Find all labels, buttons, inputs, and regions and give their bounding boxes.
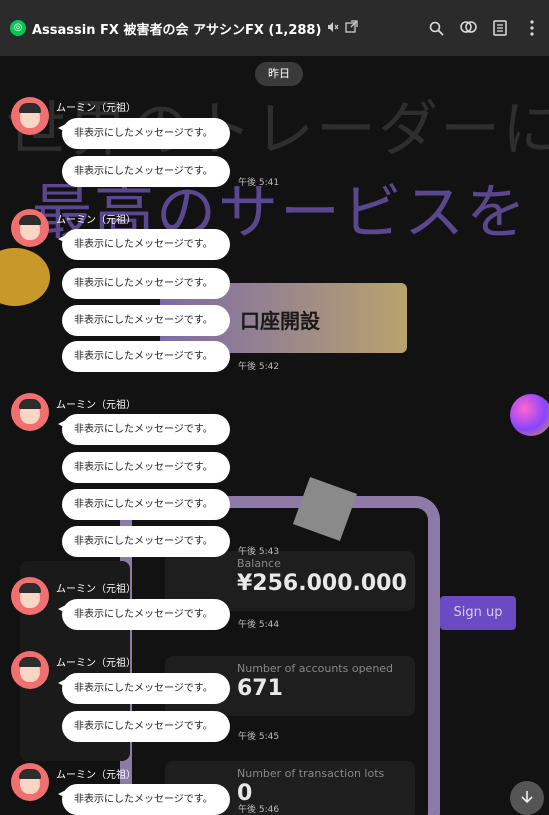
external-window-icon[interactable] [345,20,359,36]
chat-icon[interactable] [459,19,477,37]
avatar[interactable] [11,209,49,247]
search-icon[interactable] [427,19,445,37]
arrow-down-icon [520,789,534,808]
hidden-message-bubble[interactable]: 非表示にしたメッセージです。 [58,673,230,704]
avatar[interactable] [11,97,49,135]
bg-coin-shape [0,248,50,306]
more-icon[interactable] [523,19,541,37]
app-logo-icon: ◎ [10,20,26,36]
hidden-message-bubble[interactable]: 非表示にしたメッセージです。 [58,784,230,815]
hidden-message-bubble[interactable]: 非表示にしたメッセージです。 [62,711,230,742]
hidden-message-bubble[interactable]: 非表示にしたメッセージです。 [58,118,230,149]
sender-name: ムーミン（元祖） [56,400,136,411]
bg-balance-value: ¥256.000.000 [237,571,407,596]
bg-balance-label: Balance [237,557,281,570]
message-timestamp: 午後 5:41 [238,178,280,188]
hidden-message-bubble[interactable]: 非表示にしたメッセージです。 [62,305,230,336]
hidden-message-bubble[interactable]: 非表示にしたメッセージです。 [62,268,230,299]
notes-icon[interactable] [491,19,509,37]
bg-accounts-value: 671 [237,676,283,701]
message-timestamp: 午後 5:45 [238,732,280,742]
sender-name: ムーミン（元祖） [56,584,136,595]
chat-titlebar: ◎ Assassin FX 被害者の会 アサシンFX (1,288) [0,0,549,56]
header-actions [427,0,541,56]
chat-title[interactable]: Assassin FX 被害者の会 アサシンFX (1,288) [32,19,321,38]
hidden-message-bubble[interactable]: 非表示にしたメッセージです。 [58,414,230,445]
message-timestamp: 午後 5:43 [238,547,280,557]
mute-icon [327,21,339,36]
sender-name: ムーミン（元祖） [56,103,136,114]
hidden-message-bubble[interactable]: 非表示にしたメッセージです。 [58,599,230,630]
bg-signup-button: Sign up [440,596,516,630]
message-timestamp: 午後 5:46 [238,805,280,815]
avatar[interactable] [11,763,49,801]
hidden-message-bubble[interactable]: 非表示にしたメッセージです。 [62,489,230,520]
avatar[interactable] [11,651,49,689]
hidden-message-bubble[interactable]: 非表示にしたメッセージです。 [62,452,230,483]
bg-open-account-label: 口座開設 [240,309,320,333]
avatar[interactable] [11,577,49,615]
hidden-message-bubble[interactable]: 非表示にしたメッセージです。 [62,341,230,372]
message-timestamp: 午後 5:42 [238,362,280,372]
avatar[interactable] [11,393,49,431]
sender-name: ムーミン（元祖） [56,215,136,226]
bg-sphere [510,394,549,436]
message-timestamp: 午後 5:44 [238,620,280,630]
scroll-to-bottom-button[interactable] [510,781,544,815]
bg-lots-label: Number of transaction lots [237,767,385,780]
hidden-message-bubble[interactable]: 非表示にしたメッセージです。 [62,156,230,187]
date-separator: 昨日 [255,62,303,86]
hidden-message-bubble[interactable]: 非表示にしたメッセージです。 [62,526,230,557]
hidden-message-bubble[interactable]: 非表示にしたメッセージです。 [58,229,230,260]
sender-name: ムーミン（元祖） [56,770,136,781]
sender-name: ムーミン（元祖） [56,658,136,669]
bg-accounts-label: Number of accounts opened [237,662,394,675]
